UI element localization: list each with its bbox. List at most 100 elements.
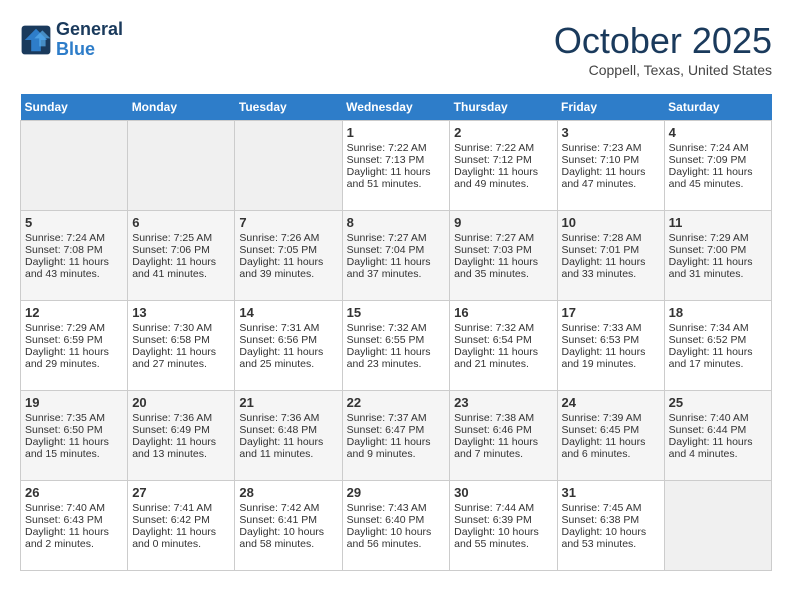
calendar-cell bbox=[21, 121, 128, 211]
sunset-text: Sunset: 6:40 PM bbox=[347, 514, 446, 526]
month-title: October 2025 bbox=[554, 20, 772, 62]
calendar-cell: 17Sunrise: 7:33 AMSunset: 6:53 PMDayligh… bbox=[557, 301, 664, 391]
sunrise-text: Sunrise: 7:41 AM bbox=[132, 502, 230, 514]
sunrise-text: Sunrise: 7:32 AM bbox=[454, 322, 552, 334]
sunset-text: Sunset: 7:04 PM bbox=[347, 244, 446, 256]
daylight-text: Daylight: 11 hours and 4 minutes. bbox=[669, 436, 767, 460]
sunset-text: Sunset: 7:01 PM bbox=[562, 244, 660, 256]
sunset-text: Sunset: 6:53 PM bbox=[562, 334, 660, 346]
calendar-week-row: 12Sunrise: 7:29 AMSunset: 6:59 PMDayligh… bbox=[21, 301, 772, 391]
weekday-header: Saturday bbox=[664, 94, 771, 121]
day-number: 19 bbox=[25, 395, 123, 410]
sunrise-text: Sunrise: 7:27 AM bbox=[347, 232, 446, 244]
weekday-header: Monday bbox=[128, 94, 235, 121]
sunrise-text: Sunrise: 7:29 AM bbox=[669, 232, 767, 244]
calendar-cell: 26Sunrise: 7:40 AMSunset: 6:43 PMDayligh… bbox=[21, 481, 128, 571]
daylight-text: Daylight: 11 hours and 37 minutes. bbox=[347, 256, 446, 280]
day-number: 21 bbox=[239, 395, 337, 410]
day-number: 26 bbox=[25, 485, 123, 500]
calendar-cell: 5Sunrise: 7:24 AMSunset: 7:08 PMDaylight… bbox=[21, 211, 128, 301]
sunrise-text: Sunrise: 7:30 AM bbox=[132, 322, 230, 334]
calendar-cell: 6Sunrise: 7:25 AMSunset: 7:06 PMDaylight… bbox=[128, 211, 235, 301]
day-number: 24 bbox=[562, 395, 660, 410]
sunset-text: Sunset: 6:45 PM bbox=[562, 424, 660, 436]
sunrise-text: Sunrise: 7:45 AM bbox=[562, 502, 660, 514]
sunrise-text: Sunrise: 7:42 AM bbox=[239, 502, 337, 514]
logo: General Blue bbox=[20, 20, 123, 60]
daylight-text: Daylight: 11 hours and 47 minutes. bbox=[562, 166, 660, 190]
sunset-text: Sunset: 7:10 PM bbox=[562, 154, 660, 166]
daylight-text: Daylight: 11 hours and 39 minutes. bbox=[239, 256, 337, 280]
calendar-cell: 30Sunrise: 7:44 AMSunset: 6:39 PMDayligh… bbox=[450, 481, 557, 571]
day-number: 14 bbox=[239, 305, 337, 320]
sunrise-text: Sunrise: 7:22 AM bbox=[454, 142, 552, 154]
weekday-header: Wednesday bbox=[342, 94, 450, 121]
calendar-cell: 13Sunrise: 7:30 AMSunset: 6:58 PMDayligh… bbox=[128, 301, 235, 391]
day-number: 25 bbox=[669, 395, 767, 410]
calendar-body: 1Sunrise: 7:22 AMSunset: 7:13 PMDaylight… bbox=[21, 121, 772, 571]
sunrise-text: Sunrise: 7:28 AM bbox=[562, 232, 660, 244]
sunset-text: Sunset: 7:05 PM bbox=[239, 244, 337, 256]
calendar-cell: 11Sunrise: 7:29 AMSunset: 7:00 PMDayligh… bbox=[664, 211, 771, 301]
day-number: 22 bbox=[347, 395, 446, 410]
calendar-cell: 28Sunrise: 7:42 AMSunset: 6:41 PMDayligh… bbox=[235, 481, 342, 571]
day-number: 27 bbox=[132, 485, 230, 500]
daylight-text: Daylight: 11 hours and 15 minutes. bbox=[25, 436, 123, 460]
day-number: 4 bbox=[669, 125, 767, 140]
sunset-text: Sunset: 7:08 PM bbox=[25, 244, 123, 256]
sunset-text: Sunset: 7:00 PM bbox=[669, 244, 767, 256]
calendar-week-row: 26Sunrise: 7:40 AMSunset: 6:43 PMDayligh… bbox=[21, 481, 772, 571]
sunrise-text: Sunrise: 7:22 AM bbox=[347, 142, 446, 154]
sunrise-text: Sunrise: 7:40 AM bbox=[669, 412, 767, 424]
calendar-cell: 16Sunrise: 7:32 AMSunset: 6:54 PMDayligh… bbox=[450, 301, 557, 391]
sunrise-text: Sunrise: 7:36 AM bbox=[239, 412, 337, 424]
sunrise-text: Sunrise: 7:32 AM bbox=[347, 322, 446, 334]
calendar-cell: 24Sunrise: 7:39 AMSunset: 6:45 PMDayligh… bbox=[557, 391, 664, 481]
calendar-cell: 31Sunrise: 7:45 AMSunset: 6:38 PMDayligh… bbox=[557, 481, 664, 571]
sunset-text: Sunset: 6:59 PM bbox=[25, 334, 123, 346]
sunrise-text: Sunrise: 7:27 AM bbox=[454, 232, 552, 244]
sunset-text: Sunset: 6:58 PM bbox=[132, 334, 230, 346]
day-number: 7 bbox=[239, 215, 337, 230]
day-number: 3 bbox=[562, 125, 660, 140]
sunset-text: Sunset: 6:38 PM bbox=[562, 514, 660, 526]
calendar-cell: 18Sunrise: 7:34 AMSunset: 6:52 PMDayligh… bbox=[664, 301, 771, 391]
day-number: 13 bbox=[132, 305, 230, 320]
calendar-week-row: 1Sunrise: 7:22 AMSunset: 7:13 PMDaylight… bbox=[21, 121, 772, 211]
sunrise-text: Sunrise: 7:43 AM bbox=[347, 502, 446, 514]
daylight-text: Daylight: 11 hours and 6 minutes. bbox=[562, 436, 660, 460]
daylight-text: Daylight: 11 hours and 45 minutes. bbox=[669, 166, 767, 190]
daylight-text: Daylight: 11 hours and 0 minutes. bbox=[132, 526, 230, 550]
daylight-text: Daylight: 11 hours and 23 minutes. bbox=[347, 346, 446, 370]
calendar-cell: 7 Sunrise: 7:26 AMSunset: 7:05 PMDaylight… bbox=[235, 211, 342, 301]
daylight-text: Daylight: 11 hours and 33 minutes. bbox=[562, 256, 660, 280]
daylight-text: Daylight: 11 hours and 2 minutes. bbox=[25, 526, 123, 550]
sunrise-text: Sunrise: 7:26 AM bbox=[239, 232, 337, 244]
calendar-week-row: 19Sunrise: 7:35 AMSunset: 6:50 PMDayligh… bbox=[21, 391, 772, 481]
daylight-text: Daylight: 10 hours and 55 minutes. bbox=[454, 526, 552, 550]
sunset-text: Sunset: 6:56 PM bbox=[239, 334, 337, 346]
day-number: 29 bbox=[347, 485, 446, 500]
sunset-text: Sunset: 6:55 PM bbox=[347, 334, 446, 346]
weekday-header: Thursday bbox=[450, 94, 557, 121]
sunset-text: Sunset: 6:47 PM bbox=[347, 424, 446, 436]
weekday-header: Friday bbox=[557, 94, 664, 121]
sunrise-text: Sunrise: 7:40 AM bbox=[25, 502, 123, 514]
sunset-text: Sunset: 7:09 PM bbox=[669, 154, 767, 166]
daylight-text: Daylight: 11 hours and 43 minutes. bbox=[25, 256, 123, 280]
weekday-header: Sunday bbox=[21, 94, 128, 121]
day-number: 1 bbox=[347, 125, 446, 140]
sunrise-text: Sunrise: 7:35 AM bbox=[25, 412, 123, 424]
calendar-cell: 2Sunrise: 7:22 AMSunset: 7:12 PMDaylight… bbox=[450, 121, 557, 211]
sunrise-text: Sunrise: 7:24 AM bbox=[669, 142, 767, 154]
sunset-text: Sunset: 6:50 PM bbox=[25, 424, 123, 436]
calendar-cell: 23Sunrise: 7:38 AMSunset: 6:46 PMDayligh… bbox=[450, 391, 557, 481]
sunset-text: Sunset: 6:49 PM bbox=[132, 424, 230, 436]
sunrise-text: Sunrise: 7:31 AM bbox=[239, 322, 337, 334]
calendar-week-row: 5Sunrise: 7:24 AMSunset: 7:08 PMDaylight… bbox=[21, 211, 772, 301]
daylight-text: Daylight: 11 hours and 21 minutes. bbox=[454, 346, 552, 370]
daylight-text: Daylight: 11 hours and 9 minutes. bbox=[347, 436, 446, 460]
calendar-cell: 29Sunrise: 7:43 AMSunset: 6:40 PMDayligh… bbox=[342, 481, 450, 571]
sunrise-text: Sunrise: 7:34 AM bbox=[669, 322, 767, 334]
daylight-text: Daylight: 11 hours and 25 minutes. bbox=[239, 346, 337, 370]
